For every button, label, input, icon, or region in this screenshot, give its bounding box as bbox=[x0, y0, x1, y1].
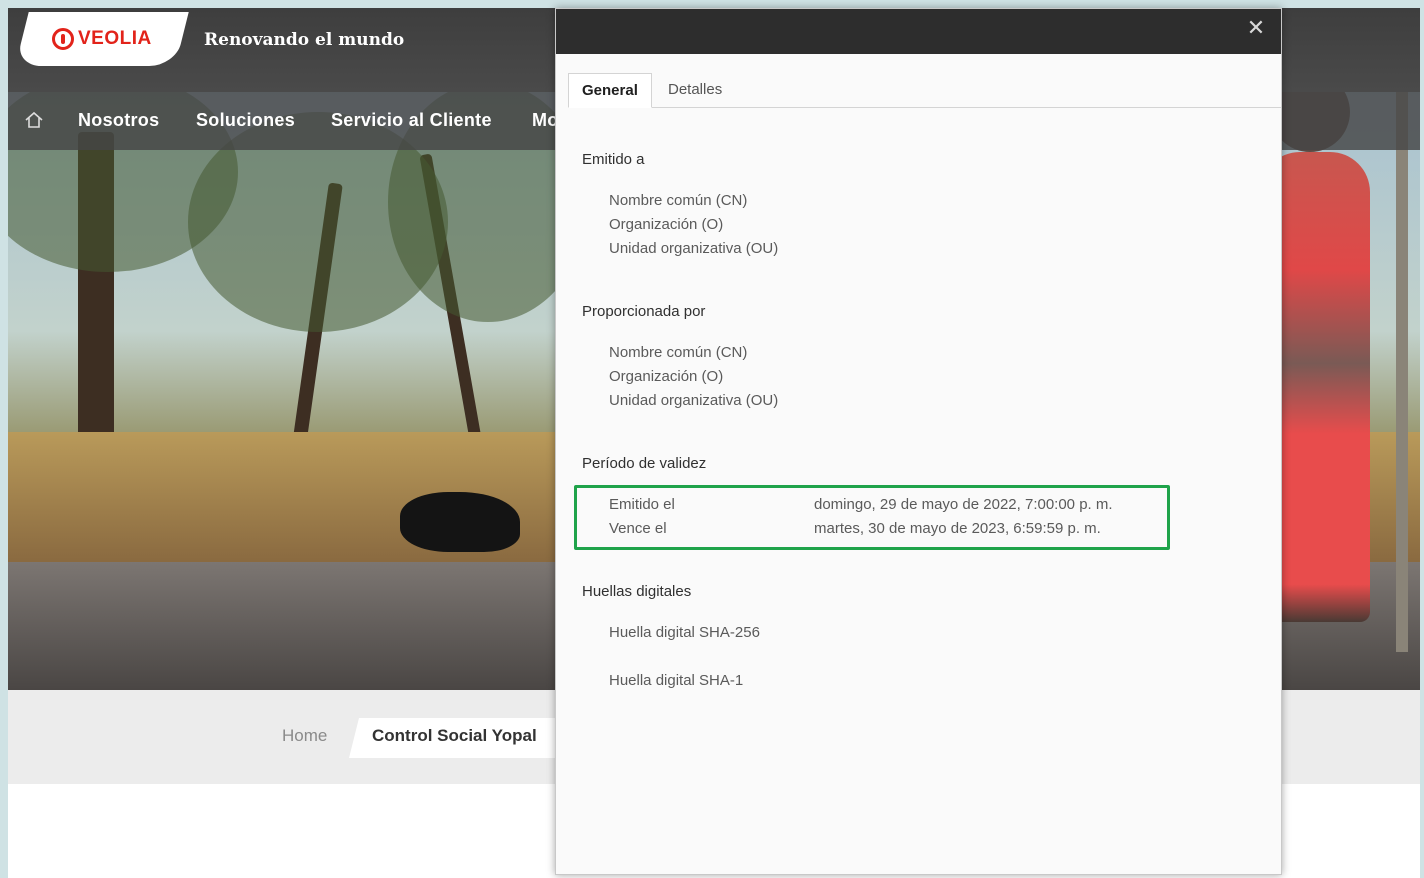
nav-soluciones[interactable]: Soluciones bbox=[196, 110, 295, 131]
site-tagline: Renovando el mundo bbox=[204, 30, 405, 50]
issued-to-cn-label: Nombre común (CN) bbox=[609, 192, 748, 209]
certificate-dialog: ✕ General Detalles Emitido a Nombre comú… bbox=[555, 8, 1282, 875]
validity-highlight-box bbox=[574, 485, 1170, 550]
home-icon[interactable] bbox=[24, 110, 44, 130]
issued-by-cn-label: Nombre común (CN) bbox=[609, 344, 748, 361]
logo-text: VEOLIA bbox=[78, 28, 152, 49]
sha256-label: Huella digital SHA-256 bbox=[609, 624, 760, 641]
veolia-logo-icon bbox=[52, 28, 74, 50]
tab-detalles[interactable]: Detalles bbox=[655, 73, 735, 107]
breadcrumb-home[interactable]: Home bbox=[282, 726, 327, 746]
close-button[interactable]: ✕ bbox=[1239, 13, 1273, 43]
issued-to-o-label: Organización (O) bbox=[609, 216, 724, 233]
veolia-logo[interactable]: VEOLIA bbox=[52, 24, 152, 54]
nav-servicio-al-cliente[interactable]: Servicio al Cliente bbox=[331, 110, 492, 131]
fingerprints-title: Huellas digitales bbox=[582, 583, 692, 600]
close-icon: ✕ bbox=[1246, 15, 1266, 40]
issued-to-title: Emitido a bbox=[582, 151, 645, 168]
issued-by-o-label: Organización (O) bbox=[609, 368, 724, 385]
issued-on-value: domingo, 29 de mayo de 2022, 7:00:00 p. … bbox=[814, 496, 1113, 513]
issued-by-ou-label: Unidad organizativa (OU) bbox=[609, 392, 779, 409]
dialog-titlebar: ✕ bbox=[556, 9, 1281, 54]
garbage-bag bbox=[400, 492, 520, 552]
dialog-tabs: General Detalles bbox=[568, 73, 1281, 108]
issued-to-ou-label: Unidad organizativa (OU) bbox=[609, 240, 779, 257]
issued-on-label: Emitido el bbox=[609, 496, 675, 513]
nav-nosotros[interactable]: Nosotros bbox=[78, 110, 159, 131]
tab-general[interactable]: General bbox=[568, 73, 652, 108]
utility-pole bbox=[1396, 92, 1408, 652]
expires-on-value: martes, 30 de mayo de 2023, 6:59:59 p. m… bbox=[814, 520, 1101, 537]
expires-on-label: Vence el bbox=[609, 520, 667, 537]
validity-title: Período de validez bbox=[582, 455, 707, 472]
issued-by-title: Proporcionada por bbox=[582, 303, 706, 320]
breadcrumb-current: Control Social Yopal bbox=[372, 726, 537, 745]
sha1-label: Huella digital SHA-1 bbox=[609, 672, 744, 689]
